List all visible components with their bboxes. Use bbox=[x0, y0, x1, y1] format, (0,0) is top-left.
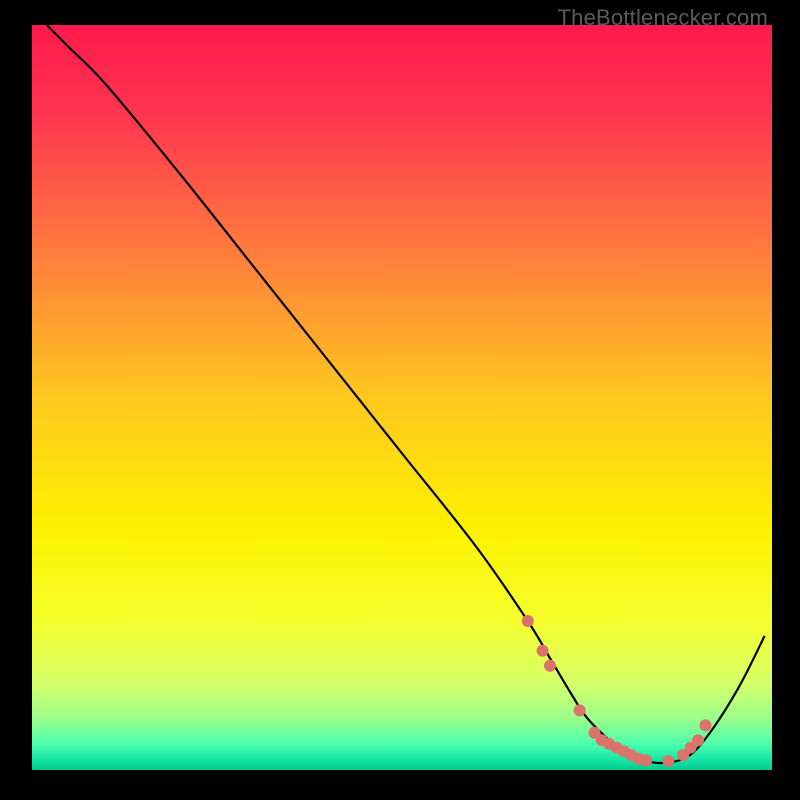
marker-dot bbox=[662, 755, 674, 767]
chart-frame: TheBottlenecker.com bbox=[0, 0, 800, 800]
gradient-background bbox=[32, 25, 772, 770]
marker-dot bbox=[522, 615, 534, 627]
chart-svg bbox=[32, 25, 772, 770]
marker-dot bbox=[574, 704, 586, 716]
plot-area bbox=[32, 25, 772, 770]
marker-dot bbox=[640, 754, 652, 766]
marker-dot bbox=[537, 645, 549, 657]
marker-dot bbox=[699, 719, 711, 731]
marker-dot bbox=[544, 660, 556, 672]
marker-dot bbox=[692, 734, 704, 746]
